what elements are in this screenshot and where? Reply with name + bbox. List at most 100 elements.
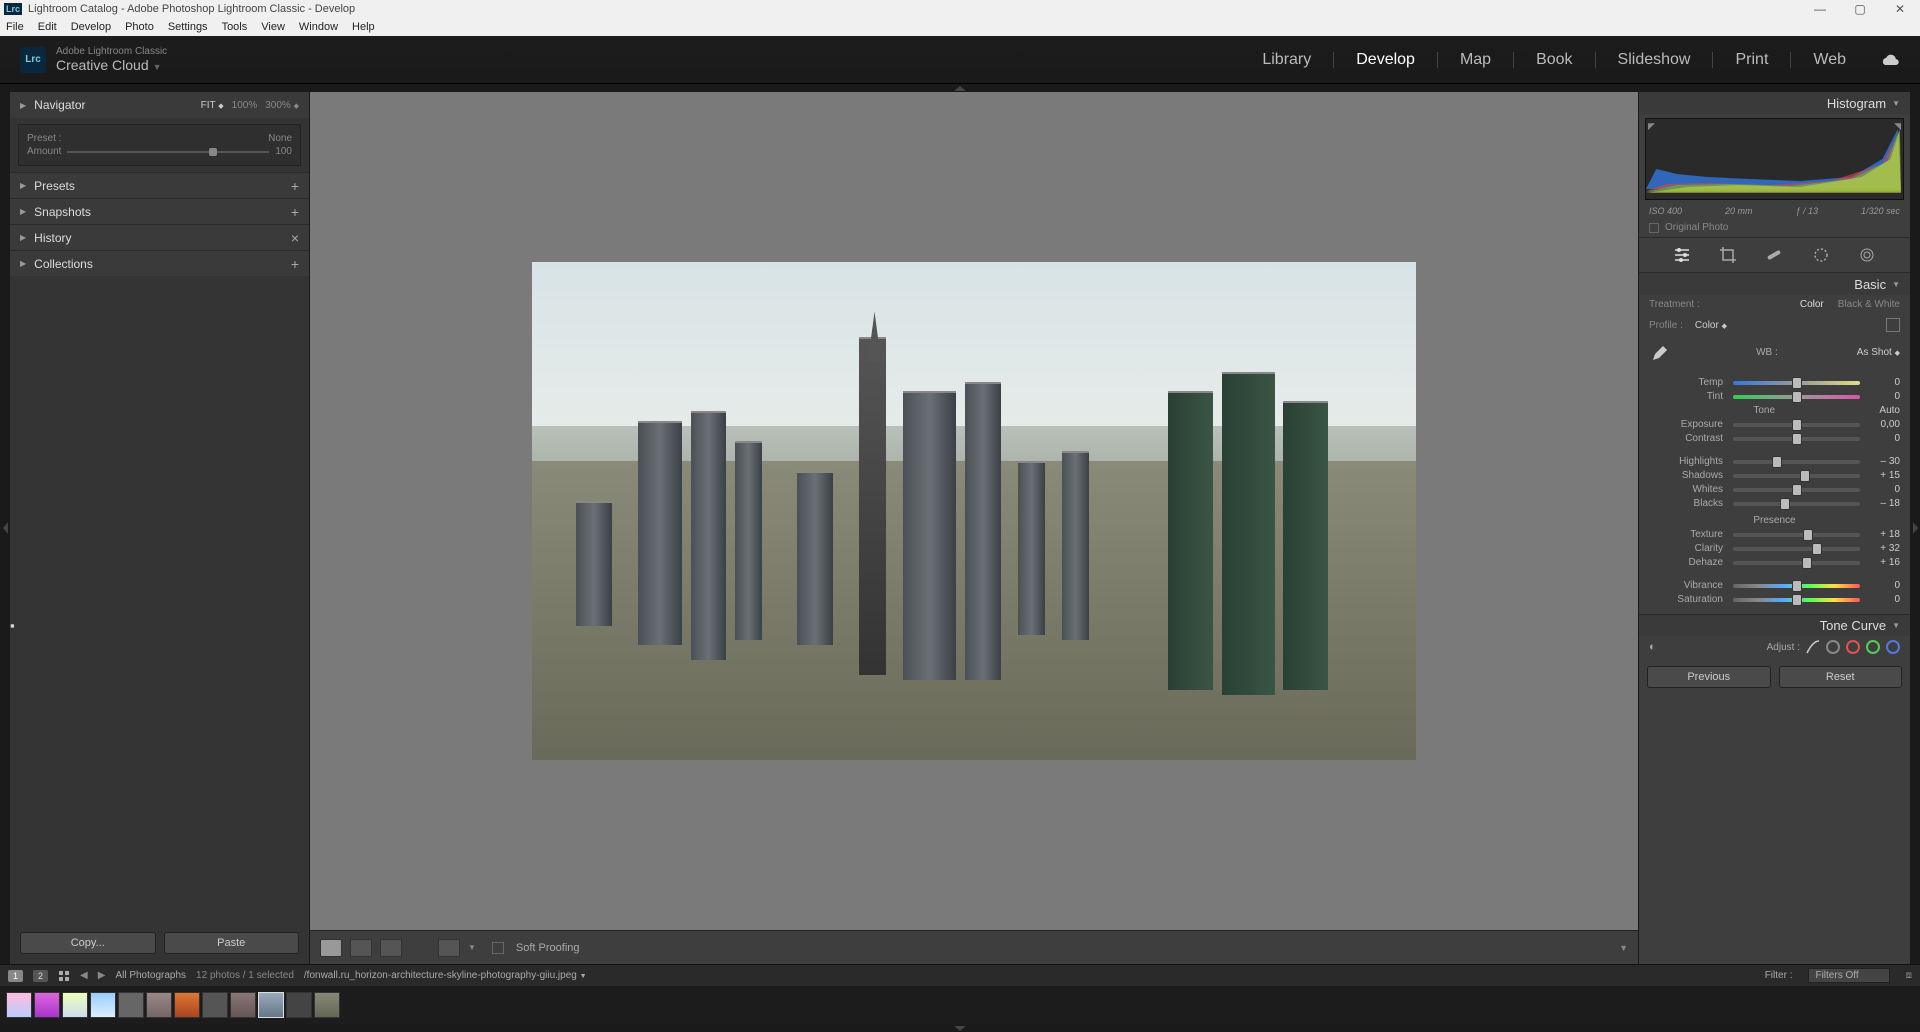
whites-slider[interactable] bbox=[1733, 488, 1860, 492]
thumbnail-selected[interactable] bbox=[258, 992, 284, 1018]
collections-add-icon[interactable]: + bbox=[291, 256, 299, 272]
bottom-panel-grip[interactable] bbox=[0, 1024, 1920, 1032]
clip-highlight-icon[interactable]: ◥ bbox=[1894, 121, 1901, 132]
tone-curve-header[interactable]: ▪Tone Curve▼ bbox=[1639, 614, 1910, 636]
histogram[interactable]: ◤ ◥ bbox=[1645, 118, 1904, 200]
right-panel-grip[interactable] bbox=[1910, 92, 1920, 964]
menu-window[interactable]: Window bbox=[299, 21, 338, 33]
treatment-bw[interactable]: Black & White bbox=[1838, 299, 1900, 310]
clarity-slider[interactable] bbox=[1733, 547, 1860, 551]
paste-button[interactable]: Paste bbox=[164, 932, 300, 954]
presets-header[interactable]: ▶Presets+ bbox=[10, 172, 309, 198]
crop-icon[interactable] bbox=[1719, 246, 1737, 264]
menu-photo[interactable]: Photo bbox=[125, 21, 154, 33]
thumbnail[interactable] bbox=[6, 992, 32, 1018]
filter-lock-icon[interactable]: ⧈ bbox=[1906, 970, 1912, 981]
auto-tone-button[interactable]: Auto bbox=[1879, 405, 1900, 416]
minimize-button[interactable]: — bbox=[1800, 2, 1840, 16]
saturation-slider[interactable] bbox=[1733, 598, 1860, 602]
thumbnail[interactable] bbox=[34, 992, 60, 1018]
original-photo-checkbox[interactable] bbox=[1649, 223, 1659, 233]
wb-dropper-icon[interactable] bbox=[1649, 340, 1673, 364]
module-book[interactable]: Book bbox=[1532, 51, 1576, 69]
original-photo-row[interactable]: Original Photo bbox=[1639, 218, 1910, 238]
wb-preset[interactable]: As Shot ◆ bbox=[1857, 347, 1900, 358]
navigator-header[interactable]: ▶ Navigator FIT ◆ 100% 300% ◆ bbox=[10, 92, 309, 118]
reset-button[interactable]: Reset bbox=[1779, 666, 1903, 688]
nav-forward-icon[interactable]: ▶ bbox=[98, 970, 106, 981]
profile-row[interactable]: Profile : Color ◆ bbox=[1639, 314, 1910, 336]
curve-blue-icon[interactable] bbox=[1886, 640, 1900, 654]
thumbnail[interactable] bbox=[146, 992, 172, 1018]
presets-add-icon[interactable]: + bbox=[291, 178, 299, 194]
snapshots-add-icon[interactable]: + bbox=[291, 204, 299, 220]
previous-button[interactable]: Previous bbox=[1647, 666, 1771, 688]
thumbnail[interactable] bbox=[230, 992, 256, 1018]
close-button[interactable]: ✕ bbox=[1880, 2, 1920, 16]
contrast-slider[interactable] bbox=[1733, 437, 1860, 441]
toolbar-menu-icon[interactable]: ▼ bbox=[1619, 943, 1628, 953]
navigator-fit[interactable]: FIT ◆ bbox=[201, 100, 224, 111]
shadows-slider[interactable] bbox=[1733, 474, 1860, 478]
before-after-tb-button[interactable] bbox=[380, 939, 402, 957]
exposure-slider[interactable] bbox=[1733, 423, 1860, 427]
module-develop[interactable]: Develop bbox=[1352, 51, 1419, 69]
image-canvas[interactable] bbox=[310, 92, 1638, 930]
edit-sliders-icon[interactable] bbox=[1673, 246, 1691, 264]
treatment-color[interactable]: Color bbox=[1800, 299, 1824, 310]
menu-settings[interactable]: Settings bbox=[168, 21, 208, 33]
curve-rgb-icon[interactable] bbox=[1806, 640, 1820, 654]
filmstrip[interactable] bbox=[0, 986, 1920, 1024]
before-after-lr-button[interactable] bbox=[350, 939, 372, 957]
soft-proofing-checkbox[interactable] bbox=[492, 942, 504, 954]
navigator-zoom-100[interactable]: 100% bbox=[232, 100, 258, 111]
navigator-zoom-300[interactable]: 300% ◆ bbox=[265, 100, 299, 111]
history-header[interactable]: ▶History× bbox=[10, 224, 309, 250]
healing-icon[interactable] bbox=[1765, 246, 1783, 264]
thumbnail[interactable] bbox=[286, 992, 312, 1018]
nav-back-icon[interactable]: ◀ bbox=[80, 970, 88, 981]
tint-slider[interactable] bbox=[1733, 395, 1860, 399]
menu-help[interactable]: Help bbox=[352, 21, 375, 33]
copy-button[interactable]: Copy... bbox=[20, 932, 156, 954]
module-library[interactable]: Library bbox=[1258, 51, 1315, 69]
display-2-badge[interactable]: 2 bbox=[33, 970, 48, 982]
mask-icon[interactable] bbox=[1812, 246, 1830, 264]
snapshots-header[interactable]: ▶Snapshots+ bbox=[10, 198, 309, 224]
amount-slider[interactable] bbox=[67, 151, 269, 153]
profile-browser-icon[interactable] bbox=[1886, 318, 1900, 332]
thumbnail[interactable] bbox=[314, 992, 340, 1018]
source-label[interactable]: All Photographs bbox=[115, 970, 186, 981]
vibrance-slider[interactable] bbox=[1733, 584, 1860, 588]
texture-slider[interactable] bbox=[1733, 533, 1860, 537]
thumbnail[interactable] bbox=[118, 992, 144, 1018]
filename-path[interactable]: /fonwall.ru_horizon-architecture-skyline… bbox=[304, 970, 587, 981]
clip-shadow-icon[interactable]: ◤ bbox=[1648, 121, 1655, 132]
collections-header[interactable]: ▶Collections+ bbox=[10, 250, 309, 276]
thumbnail[interactable] bbox=[202, 992, 228, 1018]
menu-view[interactable]: View bbox=[261, 21, 285, 33]
module-map[interactable]: Map bbox=[1456, 51, 1495, 69]
display-1-badge[interactable]: 1 bbox=[8, 970, 23, 982]
loupe-view-button[interactable] bbox=[320, 939, 342, 957]
curve-luminance-icon[interactable] bbox=[1826, 640, 1840, 654]
grid-view-icon[interactable] bbox=[58, 970, 70, 982]
histogram-header[interactable]: Histogram▼ bbox=[1639, 92, 1910, 114]
left-panel-grip[interactable] bbox=[0, 92, 10, 964]
dehaze-slider[interactable] bbox=[1733, 561, 1860, 565]
module-slideshow[interactable]: Slideshow bbox=[1614, 51, 1695, 69]
highlights-slider[interactable] bbox=[1733, 460, 1860, 464]
filter-dropdown[interactable]: Filters Off bbox=[1808, 968, 1889, 983]
menu-tools[interactable]: Tools bbox=[222, 21, 248, 33]
history-clear-icon[interactable]: × bbox=[291, 230, 299, 246]
menu-file[interactable]: File bbox=[6, 21, 24, 33]
basic-header[interactable]: Basic▼ bbox=[1639, 273, 1910, 295]
thumbnail[interactable] bbox=[174, 992, 200, 1018]
curve-green-icon[interactable] bbox=[1866, 640, 1880, 654]
caret-down-icon[interactable]: ▼ bbox=[468, 943, 476, 952]
maximize-button[interactable]: ▢ bbox=[1840, 2, 1880, 16]
brand-title[interactable]: Creative Cloud▼ bbox=[56, 57, 167, 73]
menu-develop[interactable]: Develop bbox=[71, 21, 111, 33]
curve-red-icon[interactable] bbox=[1846, 640, 1860, 654]
temp-slider[interactable] bbox=[1733, 381, 1860, 385]
